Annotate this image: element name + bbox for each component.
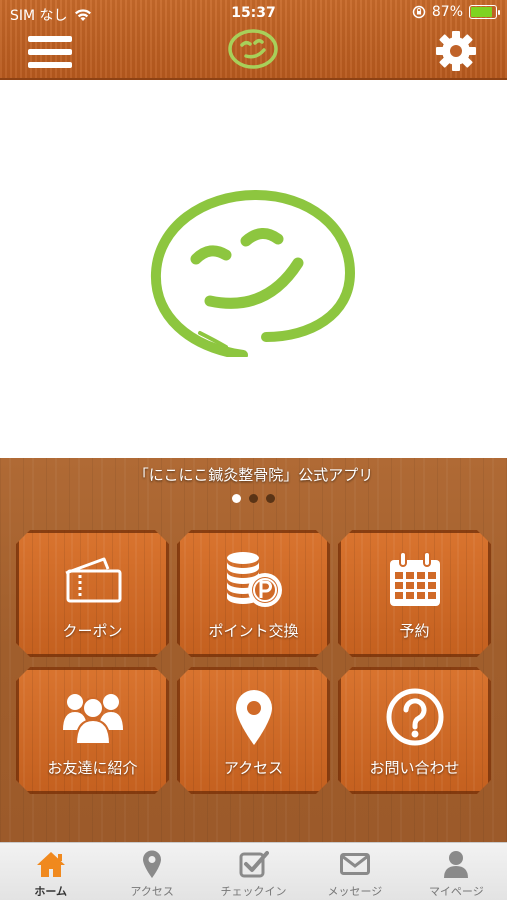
tile-label: 予約 bbox=[399, 622, 430, 640]
tile-contact[interactable]: お問い合わせ bbox=[338, 667, 491, 794]
tab-label: アクセス bbox=[130, 885, 174, 898]
tab-label: マイページ bbox=[428, 885, 484, 898]
tab-label: チェックイン bbox=[220, 885, 287, 898]
tab-label: メッセージ bbox=[327, 885, 383, 898]
people-icon bbox=[62, 690, 124, 744]
tile-label: お問い合わせ bbox=[369, 759, 460, 777]
gear-icon[interactable] bbox=[435, 30, 477, 72]
tile-label: クーポン bbox=[62, 622, 123, 640]
tile-label: ポイント交換 bbox=[208, 622, 299, 640]
tab-home[interactable]: ホーム bbox=[0, 843, 101, 900]
hamburger-menu-icon[interactable] bbox=[28, 34, 72, 70]
coins-point-icon bbox=[223, 550, 285, 610]
header-bar: SIM なし 15:37 87% bbox=[0, 0, 507, 80]
envelope-icon bbox=[339, 853, 370, 875]
smile-logo-large bbox=[150, 189, 356, 357]
smile-logo bbox=[228, 29, 278, 69]
map-pin-icon bbox=[234, 689, 274, 745]
page-dot[interactable] bbox=[266, 494, 275, 503]
tile-label: アクセス bbox=[223, 759, 284, 777]
battery-percent: 87% bbox=[431, 4, 463, 20]
page-dot[interactable] bbox=[232, 494, 241, 503]
status-bar: SIM なし 15:37 87% bbox=[0, 0, 507, 26]
bottom-tab-bar: ホーム アクセス チェックイン メッセージ マイページ bbox=[0, 842, 507, 900]
map-pin-icon bbox=[143, 850, 162, 878]
tile-point-exchange[interactable]: ポイント交換 bbox=[177, 530, 330, 657]
tab-access[interactable]: アクセス bbox=[101, 843, 202, 900]
tab-checkin[interactable]: チェックイン bbox=[203, 843, 304, 900]
tab-message[interactable]: メッセージ bbox=[304, 843, 405, 900]
tile-label: お友達に紹介 bbox=[47, 759, 138, 777]
tile-refer-friend[interactable]: お友達に紹介 bbox=[16, 667, 169, 794]
checkin-icon bbox=[239, 851, 269, 878]
ticket-icon bbox=[62, 555, 124, 605]
page-dot[interactable] bbox=[249, 494, 258, 503]
tile-reservation[interactable]: 予約 bbox=[338, 530, 491, 657]
hero-banner bbox=[0, 82, 507, 458]
calendar-icon bbox=[388, 552, 442, 608]
tab-mypage[interactable]: マイページ bbox=[406, 843, 507, 900]
tab-label: ホーム bbox=[34, 885, 68, 898]
orientation-lock-icon bbox=[412, 5, 426, 19]
home-icon bbox=[36, 852, 65, 877]
battery-charging-icon bbox=[469, 5, 500, 19]
tile-access[interactable]: アクセス bbox=[177, 667, 330, 794]
menu-panel: 「にこにこ鍼灸整骨院」公式アプリ クーポン ポイント交換 予約 お友達に紹介 ア… bbox=[0, 458, 507, 842]
question-icon bbox=[386, 688, 444, 746]
tile-coupon[interactable]: クーポン bbox=[16, 530, 169, 657]
page-indicator[interactable] bbox=[0, 494, 507, 503]
app-title: 「にこにこ鍼灸整骨院」公式アプリ bbox=[133, 466, 374, 484]
user-icon bbox=[444, 851, 469, 878]
